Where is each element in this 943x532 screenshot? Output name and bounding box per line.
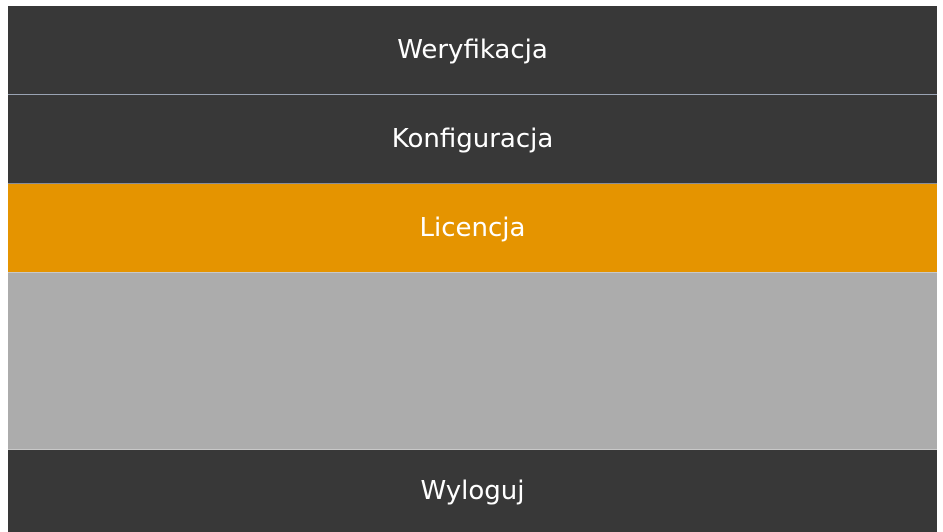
menu-item-licencja[interactable]: Licencja (8, 184, 937, 272)
menu-item-weryfikacja[interactable]: Weryfikacja (8, 6, 937, 94)
menu-empty-area (8, 272, 937, 450)
logout-label: Wyloguj (420, 476, 525, 506)
menu-item-konfiguracja[interactable]: Konfiguracja (8, 95, 937, 183)
logout-button[interactable]: Wyloguj (8, 450, 937, 532)
navigation-menu: Weryfikacja Konfiguracja Licencja Wylogu… (8, 6, 937, 532)
menu-item-label: Konfiguracja (391, 124, 554, 154)
menu-item-label: Licencja (419, 213, 526, 243)
menu-item-label: Weryfikacja (397, 35, 548, 65)
